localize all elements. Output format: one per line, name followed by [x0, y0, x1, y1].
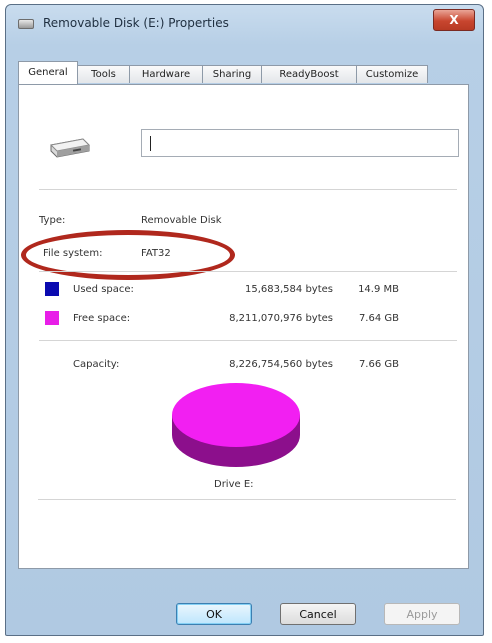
tab-sharing[interactable]: Sharing [202, 65, 262, 83]
type-value: Removable Disk [141, 215, 222, 226]
tab-tools[interactable]: Tools [77, 65, 130, 83]
tab-general[interactable]: General [18, 61, 78, 84]
capacity-bytes: 8,226,754,560 bytes [229, 359, 333, 370]
title-bar[interactable]: Removable Disk (E:) Properties X [6, 5, 483, 45]
dialog-body: General Tools Hardware Sharing ReadyBoos… [18, 51, 469, 625]
divider [39, 271, 457, 272]
tab-hardware[interactable]: Hardware [129, 65, 203, 83]
general-tab-panel: Type: Removable Disk File system: FAT32 … [18, 84, 469, 569]
free-space-swatch [45, 311, 59, 325]
used-space-swatch [45, 282, 59, 296]
free-space-label: Free space: [73, 313, 131, 324]
used-space-bytes: 15,683,584 bytes [245, 284, 333, 295]
removable-drive-icon [49, 138, 91, 158]
apply-button[interactable]: Apply [384, 603, 460, 625]
used-space-size: 14.9 MB [358, 284, 399, 295]
close-button[interactable]: X [433, 9, 475, 31]
type-label: Type: [39, 215, 66, 226]
drive-icon [18, 19, 34, 29]
capacity-label: Capacity: [73, 359, 120, 370]
divider [39, 189, 457, 190]
pie-free-space-slice [172, 383, 300, 447]
tab-strip: General Tools Hardware Sharing ReadyBoos… [18, 61, 469, 85]
divider [38, 499, 456, 500]
ok-button[interactable]: OK [176, 603, 252, 625]
capacity-size: 7.66 GB [358, 359, 399, 370]
file-system-highlight-ring [21, 230, 235, 280]
disk-usage-pie-chart [172, 383, 300, 467]
text-caret [150, 136, 151, 151]
tab-readyboost[interactable]: ReadyBoost [261, 65, 357, 83]
tab-customize[interactable]: Customize [356, 65, 428, 83]
drive-label: Drive E: [214, 479, 254, 490]
free-space-size: 7.64 GB [358, 313, 399, 324]
divider [39, 340, 457, 341]
window-title: Removable Disk (E:) Properties [43, 16, 229, 30]
properties-window: Removable Disk (E:) Properties X General… [5, 4, 484, 636]
cancel-button[interactable]: Cancel [280, 603, 356, 625]
free-space-bytes: 8,211,070,976 bytes [229, 313, 333, 324]
volume-name-input[interactable] [141, 129, 459, 157]
used-space-label: Used space: [73, 284, 134, 295]
